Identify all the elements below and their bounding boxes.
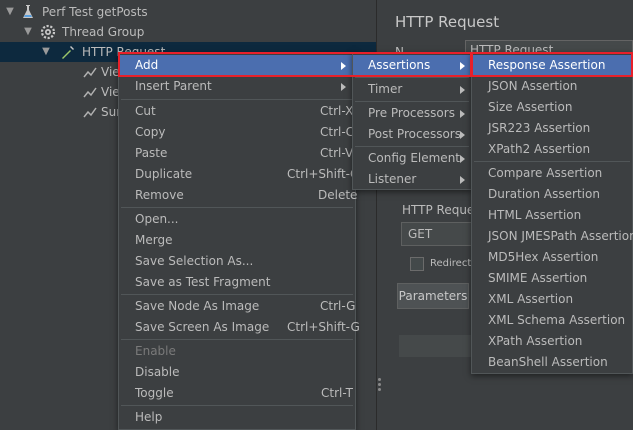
flask-icon [23,5,33,18]
menu-item-duration-assertion[interactable]: Duration Assertion [472,184,632,205]
menu-item-paste[interactable]: Paste Ctrl-V [119,143,355,164]
menu-item-json-assertion[interactable]: JSON Assertion [472,76,632,97]
chevron-right-icon [341,83,346,91]
highlight-callout-add [118,52,472,77]
method-select[interactable]: GET [401,222,473,246]
tab-parameters[interactable]: Parameters [397,283,469,309]
chevron-right-icon [460,176,465,184]
highlight-callout-response-assertion [471,52,633,77]
tree-item-label: Thread Group [62,25,145,39]
menu-item-remove[interactable]: Remove Delete [119,185,357,206]
menu-item-xml-schema-assertion[interactable]: XML Schema Assertion [472,310,632,331]
menu-item-xml-assertion[interactable]: XML Assertion [472,289,632,310]
drag-handle-icon[interactable] [378,378,382,392]
menu-item-merge[interactable]: Merge [119,230,355,251]
chart-icon [83,87,97,98]
menu-item-toggle[interactable]: Toggle Ctrl-T [119,383,355,404]
menu-item-cut[interactable]: Cut Ctrl-X [119,101,355,122]
chevron-right-icon [460,131,465,139]
chevron-right-icon [460,110,465,118]
menu-item-duplicate[interactable]: Duplicate Ctrl+Shift-C [119,164,358,185]
menu-item-open[interactable]: Open... [119,209,355,230]
menu-item-save-screen-image[interactable]: Save Screen As Image Ctrl+Shift-G [119,317,360,338]
tree-item-label: Vie [101,65,120,79]
pipette-icon [62,46,74,59]
page-title: HTTP Request [395,13,500,31]
menu-item-smime-assertion[interactable]: SMIME Assertion [472,268,632,289]
menu-item-save-test-fragment[interactable]: Save as Test Fragment [119,272,355,293]
tree-item-test-plan[interactable]: ▼ Perf Test getPosts [0,2,376,22]
chevron-right-icon [460,86,465,94]
menu-item-post-processors[interactable]: Post Processors [353,124,471,145]
context-menu: Add Insert Parent Cut Ctrl-X Copy Ctrl-C… [118,52,360,430]
chart-icon [83,107,97,118]
tree-item-listener-3[interactable]: Sur [0,102,121,122]
tree-item-thread-group[interactable]: ▼ Thread Group [0,22,376,42]
menu-item-save-selection[interactable]: Save Selection As... [119,251,355,272]
chevron-down-icon[interactable]: ▼ [40,42,52,62]
redirect-checkbox[interactable] [410,257,424,271]
menu-item-listener[interactable]: Listener [353,169,471,190]
menu-item-help[interactable]: Help [119,407,355,428]
chevron-right-icon [460,155,465,163]
menu-item-save-node-image[interactable]: Save Node As Image Ctrl-G [119,296,355,317]
menu-item-disable[interactable]: Disable [119,362,355,383]
assertions-submenu: Response Assertion JSON Assertion Size A… [471,52,633,374]
tree-item-label: Perf Test getPosts [42,5,148,19]
tree-item-listener-1[interactable]: Vie [0,62,120,82]
menu-item-beanshell-assertion[interactable]: BeanShell Assertion [472,352,632,373]
menu-item-timer[interactable]: Timer [353,79,471,100]
menu-item-copy[interactable]: Copy Ctrl-C [119,122,355,143]
chevron-down-icon[interactable]: ▼ [4,2,16,22]
chart-icon [83,67,97,78]
menu-item-json-jmespath-assertion[interactable]: JSON JMESPath Assertion [472,226,633,247]
menu-item-md5hex-assertion[interactable]: MD5Hex Assertion [472,247,632,268]
menu-item-config-element[interactable]: Config Element [353,148,471,169]
menu-item-size-assertion[interactable]: Size Assertion [472,97,632,118]
menu-item-xpath-assertion[interactable]: XPath Assertion [472,331,632,352]
tree-item-label: Vie [101,85,120,99]
menu-item-html-assertion[interactable]: HTML Assertion [472,205,632,226]
gear-icon [40,24,56,40]
table-header-strip [399,335,473,357]
menu-item-xpath2-assertion[interactable]: XPath2 Assertion [472,139,632,160]
menu-item-jsr223-assertion[interactable]: JSR223 Assertion [472,118,632,139]
menu-item-pre-processors[interactable]: Pre Processors [353,103,471,124]
menu-item-insert-parent[interactable]: Insert Parent [119,76,355,97]
http-request-label: HTTP Reques [402,203,481,217]
chevron-down-icon[interactable]: ▼ [22,22,34,42]
menu-item-compare-assertion[interactable]: Compare Assertion [472,163,632,184]
tree-item-listener-2[interactable]: Vie [0,82,120,102]
menu-item-enable: Enable [135,344,176,358]
